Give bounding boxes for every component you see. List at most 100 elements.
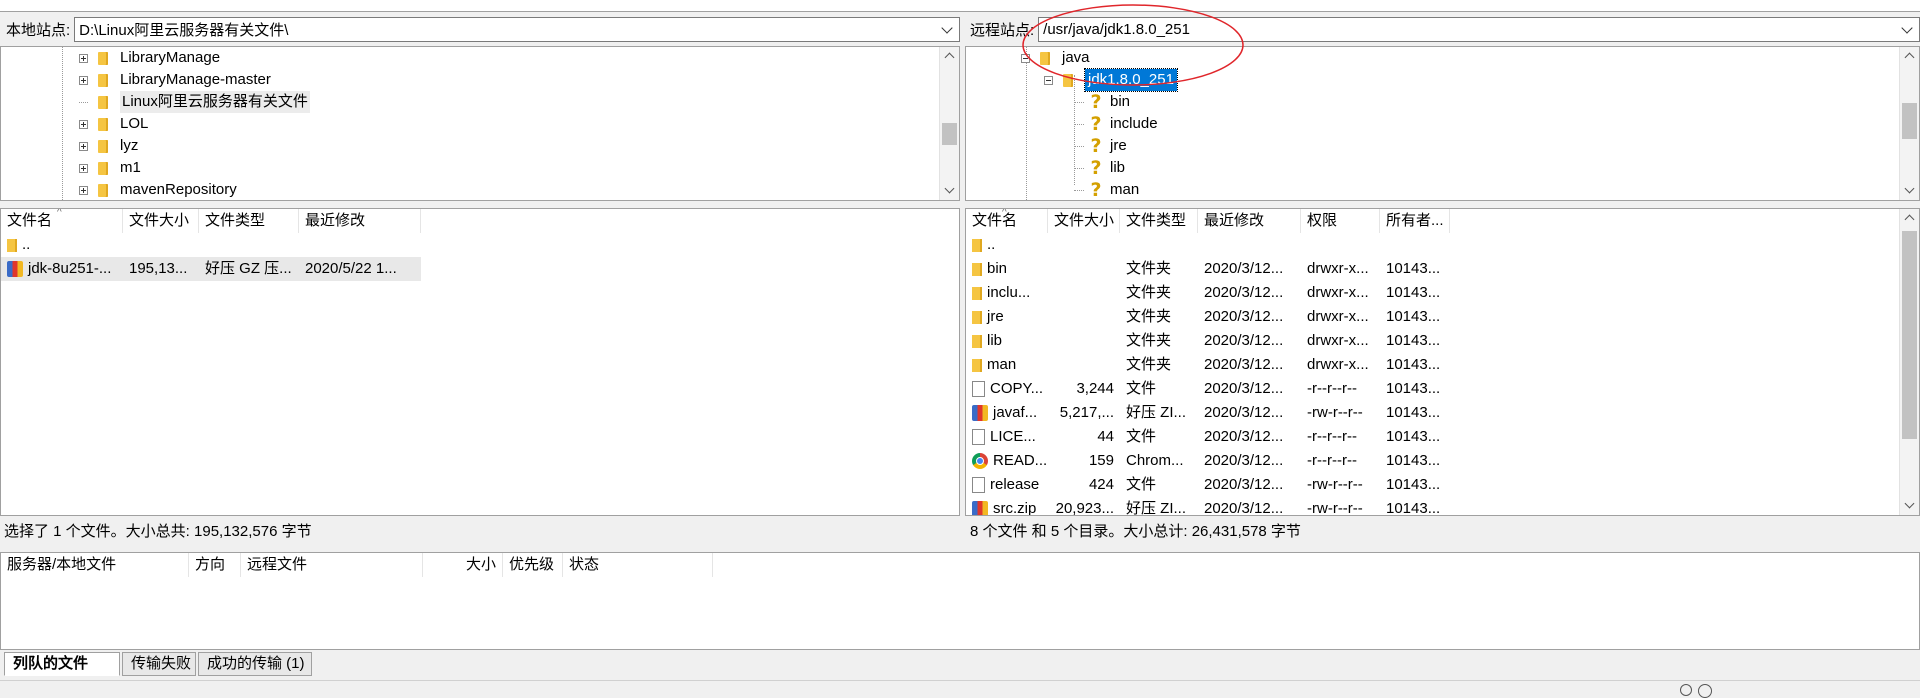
file-size: 159 <box>1088 452 1114 469</box>
local-site-label: 本地站点: <box>6 22 71 39</box>
file-name: LICE... <box>990 428 1036 445</box>
file-row[interactable]: .. <box>1 233 421 257</box>
column-header-permissions[interactable]: 权限 <box>1301 209 1380 233</box>
file-owner: 10143... <box>1386 476 1441 493</box>
scroll-down-icon[interactable] <box>940 182 959 200</box>
remote-list-scrollbar[interactable] <box>1899 209 1919 515</box>
column-header-owner[interactable]: 所有者... <box>1380 209 1450 233</box>
archive-icon <box>972 501 988 515</box>
file-row[interactable]: READ... 159 Chrom... 2020/3/12... -r--r--r--… <box>966 449 1450 473</box>
expand-icon[interactable] <box>79 141 88 151</box>
tree-item[interactable]: LOL <box>79 113 148 135</box>
file-modified: 2020/5/22 1... <box>305 260 397 277</box>
expand-icon[interactable] <box>79 185 88 195</box>
file-row[interactable]: bin 文件夹 2020/3/12... drwxr-x... 10143... <box>966 257 1450 281</box>
tree-item[interactable]: LibraryManage-master <box>79 69 271 91</box>
local-path-combo[interactable]: D:\Linux阿里云服务器有关文件\ <box>74 17 960 42</box>
file-type: Chrom... <box>1126 452 1184 469</box>
file-row[interactable]: man 文件夹 2020/3/12... drwxr-x... 10143... <box>966 353 1450 377</box>
file-row[interactable]: jdk-8u251-... 195,13... 好压 GZ 压... 2020/5/2… <box>1 257 421 281</box>
scroll-thumb[interactable] <box>1902 103 1917 139</box>
file-permissions: drwxr-x... <box>1307 284 1369 301</box>
file-name-cell: man <box>966 353 1048 377</box>
file-name-cell: .. <box>1 233 123 257</box>
remote-file-list[interactable]: 文件名 文件大小 文件类型 最近修改 权限 所有者... ^ .. bin 文件夹 2… <box>965 208 1920 516</box>
file-modified: 2020/3/12... <box>1204 260 1284 277</box>
scroll-thumb[interactable] <box>942 123 957 145</box>
column-header-name[interactable]: 文件名 <box>966 209 1048 233</box>
column-header-size[interactable]: 文件大小 <box>1048 209 1120 233</box>
file-type: 好压 ZI... <box>1126 500 1187 516</box>
file-row[interactable]: release 424 文件 2020/3/12... -rw-r--r-- 10143.… <box>966 473 1450 497</box>
file-permissions: -rw-r--r-- <box>1307 500 1363 516</box>
file-row[interactable]: javaf... 5,217,... 好压 ZI... 2020/3/12... -rw… <box>966 401 1450 425</box>
file-row[interactable]: .. <box>966 233 1450 257</box>
file-row[interactable]: jre 文件夹 2020/3/12... drwxr-x... 10143... <box>966 305 1450 329</box>
file-name: .. <box>22 236 31 253</box>
column-header-direction[interactable]: 方向 <box>189 553 241 577</box>
column-header-size[interactable]: 大小 <box>423 553 503 577</box>
file-modified: 2020/3/12... <box>1204 428 1284 445</box>
column-header-modified[interactable]: 最近修改 <box>1198 209 1301 233</box>
column-header-name[interactable]: 文件名 <box>1 209 123 233</box>
tree-item[interactable]: LibraryManage <box>79 47 220 69</box>
local-tree-scrollbar[interactable] <box>939 47 959 200</box>
tab-successful-transfers[interactable]: 成功的传输 (1) <box>198 652 312 676</box>
column-header-status[interactable]: 状态 <box>563 553 713 577</box>
tree-guide <box>79 101 88 103</box>
file-name: lib <box>987 332 1003 349</box>
file-row[interactable]: inclu... 文件夹 2020/3/12... drwxr-x... 10143..… <box>966 281 1450 305</box>
sort-asc-icon: ^ <box>1002 208 1007 218</box>
scroll-up-icon[interactable] <box>1900 209 1919 227</box>
scroll-down-icon[interactable] <box>1900 497 1919 515</box>
tab-failed-transfers[interactable]: 传输失败 <box>122 652 196 676</box>
transfer-queue[interactable]: 服务器/本地文件 方向 远程文件 大小 优先级 状态 <box>0 552 1920 650</box>
tree-item[interactable]: lyz <box>79 135 138 157</box>
file-type: 文件夹 <box>1126 332 1172 349</box>
file-name-cell: release <box>966 473 1048 497</box>
tree-item[interactable]: ? include <box>1074 113 1158 135</box>
unknown-folder-icon: ? <box>1090 91 1102 113</box>
remote-tree-scrollbar[interactable] <box>1899 47 1919 200</box>
file-name: COPY... <box>990 380 1044 397</box>
folder-icon <box>972 262 982 276</box>
file-row[interactable]: lib 文件夹 2020/3/12... drwxr-x... 10143... <box>966 329 1450 353</box>
column-header-server-file[interactable]: 服务器/本地文件 <box>1 553 189 577</box>
column-header-type[interactable]: 文件类型 <box>199 209 299 233</box>
tree-item[interactable]: ? bin <box>1074 91 1130 113</box>
tab-queued-files[interactable]: 列队的文件 <box>4 652 120 676</box>
tree-item[interactable]: ? lib <box>1074 157 1125 179</box>
column-header-type[interactable]: 文件类型 <box>1120 209 1198 233</box>
file-row[interactable]: src.zip 20,923... 好压 ZI... 2020/3/12... -rw-… <box>966 497 1450 516</box>
tree-item[interactable]: ? jre <box>1074 135 1127 157</box>
scroll-up-icon[interactable] <box>1900 47 1919 65</box>
scroll-thumb[interactable] <box>1902 231 1917 439</box>
local-tree[interactable]: LibraryManage LibraryManage-master Linux阿里… <box>0 46 960 201</box>
tree-item-label: lib <box>1110 159 1126 176</box>
file-owner: 10143... <box>1386 428 1441 445</box>
tree-item[interactable]: ? man <box>1074 179 1139 200</box>
column-header-remote-file[interactable]: 远程文件 <box>241 553 423 577</box>
column-header-size[interactable]: 文件大小 <box>123 209 199 233</box>
column-header-modified[interactable]: 最近修改 <box>299 209 421 233</box>
chevron-down-icon[interactable] <box>939 22 955 38</box>
expand-icon[interactable] <box>79 163 88 173</box>
file-row[interactable]: LICE... 44 文件 2020/3/12... -r--r--r-- 10143..… <box>966 425 1450 449</box>
expand-icon[interactable] <box>79 75 88 85</box>
scroll-down-icon[interactable] <box>1900 182 1919 200</box>
local-file-list[interactable]: 文件名 文件大小 文件类型 最近修改 ^ .. jdk-8u251-... 195,… <box>0 208 960 516</box>
expand-icon[interactable] <box>79 119 88 129</box>
tree-guide <box>1074 167 1084 169</box>
archive-icon <box>7 261 23 277</box>
chevron-down-icon[interactable] <box>1899 22 1915 38</box>
file-name: javaf... <box>993 404 1038 421</box>
scroll-up-icon[interactable] <box>940 47 959 65</box>
tree-item[interactable]: Linux阿里云服务器有关文件 <box>79 91 310 113</box>
file-name-cell: READ... <box>966 449 1048 473</box>
expand-icon[interactable] <box>79 53 88 63</box>
tree-item[interactable]: m1 <box>79 157 141 179</box>
file-row[interactable]: COPY... 3,244 文件 2020/3/12... -r--r--r-- 1014… <box>966 377 1450 401</box>
folder-icon <box>96 160 110 176</box>
column-header-priority[interactable]: 优先级 <box>503 553 563 577</box>
tree-item[interactable]: mavenRepository <box>79 179 237 200</box>
